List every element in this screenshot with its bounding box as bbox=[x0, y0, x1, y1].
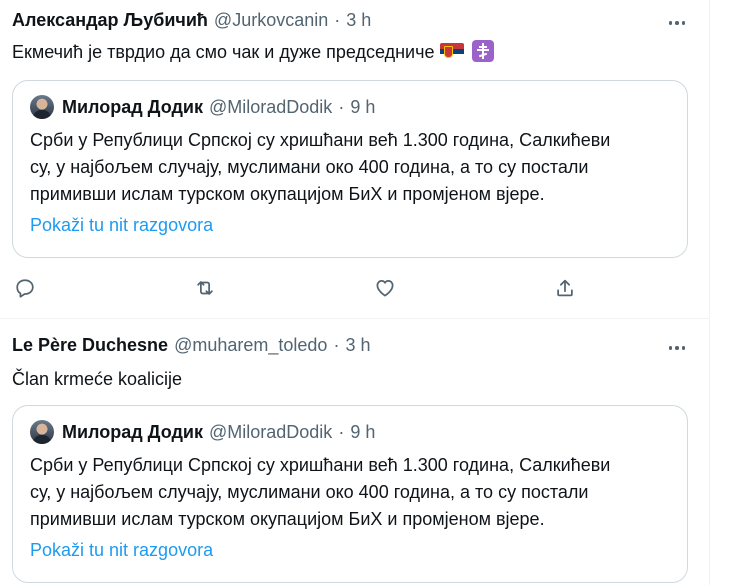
author-handle[interactable]: @muharem_toledo bbox=[174, 335, 327, 356]
timestamp[interactable]: 3 h bbox=[345, 335, 370, 356]
quoted-tweet-header: Милорад Додик @MiloradDodik · 9 h bbox=[30, 420, 375, 444]
separator-dot: · bbox=[338, 421, 345, 442]
more-icon bbox=[668, 346, 686, 350]
avatar[interactable] bbox=[30, 420, 54, 444]
quoted-text-line: су, у најбољем случају, муслимани око 40… bbox=[30, 482, 589, 502]
author-name[interactable]: Le Père Duchesne bbox=[12, 335, 168, 356]
quoted-author-handle: @MiloradDodik bbox=[209, 421, 333, 442]
quoted-tweet-text: Срби у Републици Српској су хришћани већ… bbox=[30, 452, 610, 533]
quoted-tweet[interactable]: Милорад Додик @MiloradDodik · 9 h Срби у… bbox=[12, 405, 688, 583]
tweet-text: Član krmeće koalicije bbox=[12, 367, 182, 391]
separator-dot: · bbox=[333, 335, 340, 355]
quoted-text-line: Срби у Републици Српској су хришћани већ… bbox=[30, 455, 611, 475]
quoted-timestamp: 9 h bbox=[350, 421, 376, 442]
more-options-button[interactable] bbox=[667, 338, 687, 358]
timeline: Александар Љубичић @Jurkovcanin · 3 h Ек… bbox=[0, 0, 710, 585]
tweet-text-content: Član krmeće koalicije bbox=[12, 369, 183, 389]
quoted-author-name: Милорад Додик bbox=[62, 421, 203, 442]
tweet-header: Le Père Duchesne @muharem_toledo · 3 h bbox=[12, 335, 370, 356]
quoted-text-line: примивши ислам турском окупацијом БиХ и … bbox=[30, 509, 545, 529]
show-thread-link[interactable]: Pokaži tu nit razgovora bbox=[30, 540, 213, 561]
tweet[interactable]: Le Père Duchesne @muharem_toledo · 3 h Č… bbox=[0, 0, 709, 585]
